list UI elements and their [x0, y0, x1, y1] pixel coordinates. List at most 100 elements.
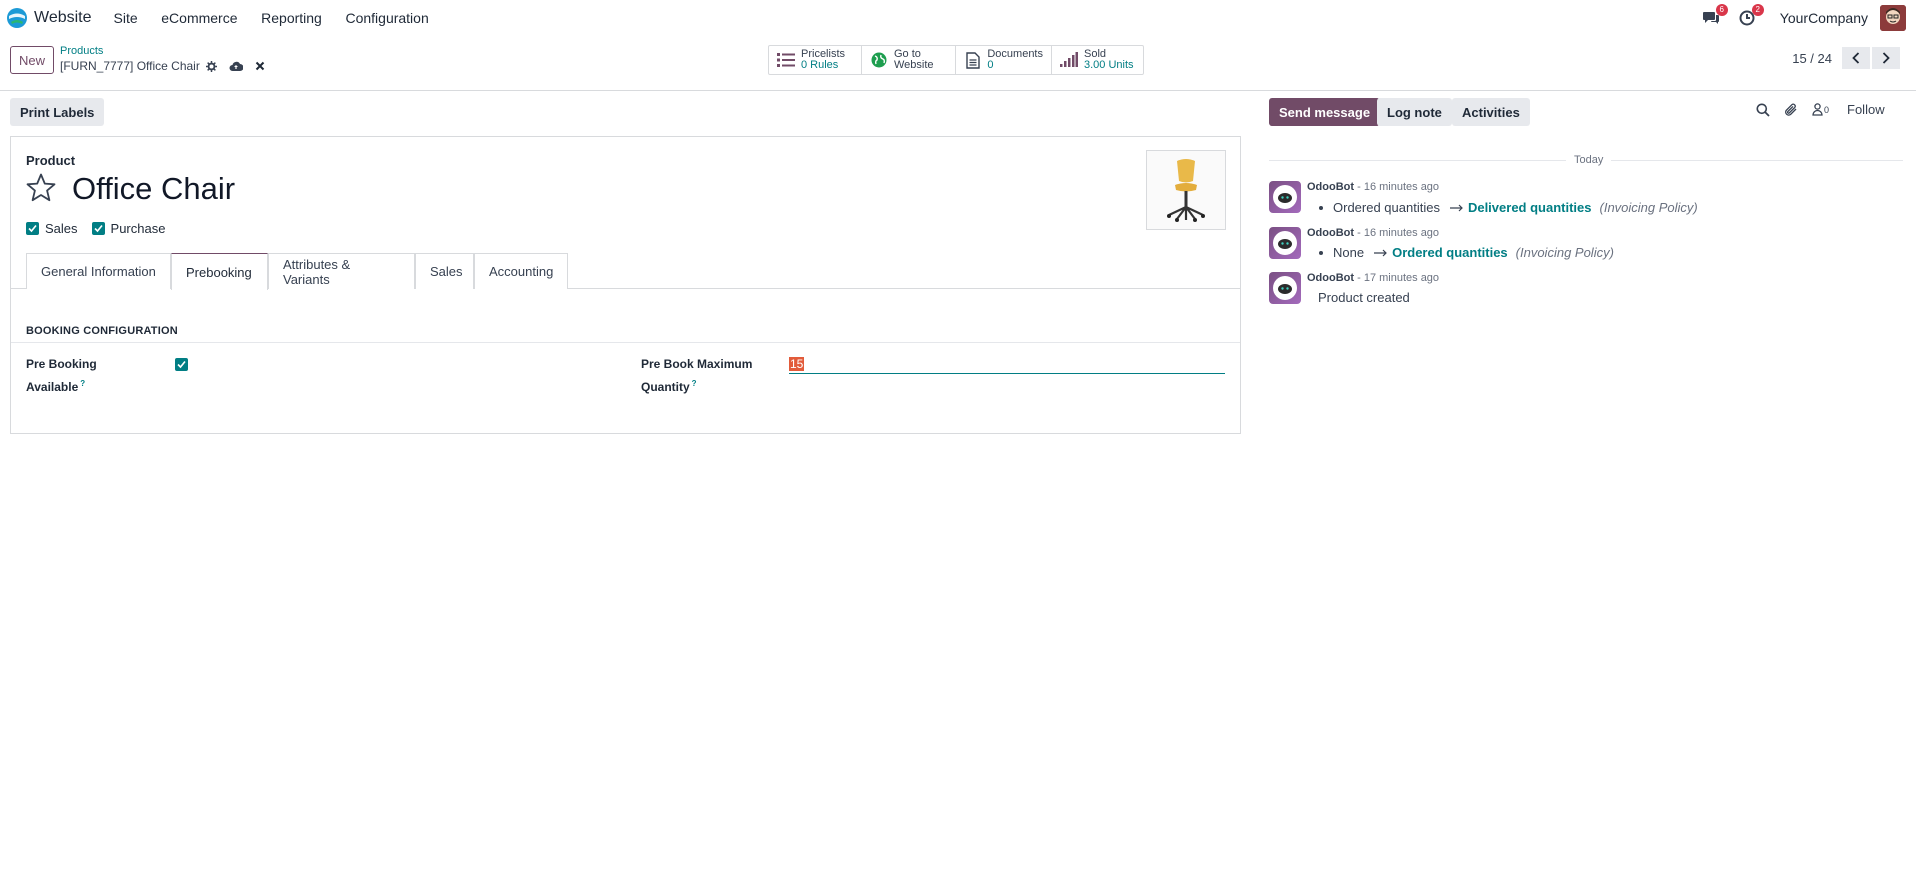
- odoobot-avatar[interactable]: [1269, 227, 1301, 259]
- company-switcher[interactable]: YourCompany: [1780, 10, 1868, 26]
- list-icon: [777, 51, 795, 69]
- go-to-website-smart-button[interactable]: Go to Website: [862, 46, 956, 74]
- message-time: - 17 minutes ago: [1357, 272, 1440, 284]
- stat-label: Documents: [987, 48, 1043, 60]
- chatter-topbar-tools: 0 Follow: [1756, 102, 1885, 117]
- activity-badge: 2: [1751, 3, 1764, 16]
- menu-configuration[interactable]: Configuration: [345, 10, 428, 26]
- stat-value: 3.00 Units: [1084, 59, 1134, 71]
- check-icon: [93, 224, 103, 233]
- old-value: None: [1333, 245, 1365, 260]
- pre-book-max-qty-input[interactable]: 15: [789, 356, 1225, 374]
- office-chair-image: [1167, 159, 1205, 222]
- menu-site[interactable]: Site: [114, 10, 138, 26]
- messaging-button[interactable]: 6: [1700, 3, 1728, 29]
- message-author[interactable]: OdooBot: [1307, 272, 1354, 284]
- print-labels-button[interactable]: Print Labels: [10, 98, 105, 126]
- follow-button[interactable]: Follow: [1847, 102, 1885, 117]
- odoobot-avatar[interactable]: [1269, 181, 1301, 213]
- user-icon: [1812, 103, 1823, 116]
- send-message-button[interactable]: Send message: [1269, 98, 1381, 126]
- pager-next-button[interactable]: [1872, 47, 1900, 69]
- tab-prebooking[interactable]: Prebooking: [171, 253, 268, 290]
- check-icon: [28, 224, 37, 233]
- app-logo[interactable]: Website: [6, 7, 114, 29]
- field-description: (Invoicing Policy): [1515, 245, 1614, 260]
- followers-button[interactable]: 0: [1812, 103, 1829, 116]
- product-label: Product: [26, 153, 76, 168]
- robot-face-icon: [1273, 231, 1297, 255]
- message-header: OdooBot - 16 minutes ago: [1307, 181, 1439, 193]
- tab-attributes-variants[interactable]: Attributes & Variants: [268, 253, 415, 289]
- breadcrumb: Products [FURN_7777] Office Chair: [60, 45, 265, 73]
- bullet: [1319, 205, 1323, 210]
- product-name-field[interactable]: Office Chair: [72, 171, 235, 207]
- user-avatar[interactable]: [1880, 4, 1906, 31]
- help-tooltip-icon[interactable]: ?: [692, 379, 697, 388]
- old-value: Ordered quantities: [1333, 200, 1440, 215]
- document-icon: [964, 51, 981, 69]
- signal-icon: [1060, 51, 1078, 69]
- notebook-tabs: General Information Prebooking Attribute…: [11, 253, 1240, 290]
- message-time: - 16 minutes ago: [1357, 181, 1440, 193]
- pager-value[interactable]: 15 / 24: [1792, 51, 1832, 66]
- bullet: [1319, 250, 1323, 255]
- message-author[interactable]: OdooBot: [1307, 181, 1354, 193]
- favorite-star-icon[interactable]: [26, 173, 56, 205]
- search-icon[interactable]: [1756, 103, 1770, 117]
- tab-accounting[interactable]: Accounting: [474, 253, 568, 289]
- cloud-upload-icon[interactable]: [229, 61, 243, 72]
- odoobot-avatar[interactable]: [1269, 272, 1301, 304]
- new-button[interactable]: New: [10, 46, 54, 74]
- menu-reporting[interactable]: Reporting: [261, 10, 322, 26]
- pre-booking-available-checkbox[interactable]: [175, 358, 188, 371]
- activities-button[interactable]: 2: [1736, 3, 1764, 29]
- smart-buttons: Pricelists 0 Rules Go to Website Documents…: [768, 45, 1144, 75]
- discard-x-icon[interactable]: [255, 61, 265, 71]
- message-header: OdooBot - 17 minutes ago: [1307, 272, 1439, 284]
- new-value: Delivered quantities: [1467, 200, 1592, 215]
- tab-sales[interactable]: Sales: [415, 253, 474, 289]
- pre-booking-available-label: Pre Booking Available?: [26, 355, 97, 397]
- label-line: Pre Booking: [26, 357, 97, 371]
- followers-count: 0: [1824, 104, 1830, 115]
- menu-ecommerce[interactable]: eCommerce: [161, 10, 237, 26]
- tab-general-information[interactable]: General Information: [26, 253, 171, 289]
- gear-icon[interactable]: [205, 60, 217, 72]
- sales-checkbox[interactable]: [26, 222, 39, 235]
- stat-value: Website: [894, 59, 934, 71]
- section-title: BOOKING CONFIGURATION: [26, 325, 178, 337]
- sold-smart-button[interactable]: Sold 3.00 Units: [1052, 46, 1143, 74]
- robot-face-icon: [1273, 276, 1297, 300]
- label-line: Available: [26, 380, 79, 394]
- arrow-right-icon: [1449, 200, 1464, 215]
- breadcrumb-products-link[interactable]: Products: [60, 45, 265, 57]
- message-header: OdooBot - 16 minutes ago: [1307, 227, 1439, 239]
- log-note-button[interactable]: Log note: [1377, 98, 1452, 126]
- control-panel: New Products [FURN_7777] Office Chair Pr…: [0, 35, 1916, 91]
- chat-badge: 6: [1715, 3, 1728, 16]
- message-author[interactable]: OdooBot: [1307, 227, 1354, 239]
- pager-previous-button[interactable]: [1842, 47, 1870, 69]
- app-name[interactable]: Website: [34, 9, 92, 27]
- sale-purchase-options: Sales Purchase: [26, 221, 179, 236]
- stat-value: 0: [987, 59, 994, 71]
- record-title: [FURN_7777] Office Chair: [60, 59, 200, 73]
- sales-checkbox-label[interactable]: Sales: [45, 221, 78, 236]
- main-menu: Site eCommerce Reporting Configuration: [114, 10, 449, 26]
- paperclip-icon[interactable]: [1784, 103, 1798, 117]
- systray: 6 2 YourCompany: [1686, 0, 1906, 35]
- website-app-icon: [7, 7, 27, 28]
- label-line: Pre Book Maximum: [641, 357, 753, 371]
- pricelists-smart-button[interactable]: Pricelists 0 Rules: [769, 46, 862, 74]
- documents-smart-button[interactable]: Documents 0: [956, 46, 1052, 74]
- product-image[interactable]: [1146, 150, 1226, 230]
- purchase-checkbox[interactable]: [91, 222, 105, 235]
- label-line: Quantity: [641, 380, 690, 394]
- pager: 15 / 24: [1792, 47, 1900, 69]
- message-time: - 16 minutes ago: [1357, 227, 1440, 239]
- purchase-checkbox-label[interactable]: Purchase: [111, 221, 166, 236]
- help-tooltip-icon[interactable]: ?: [80, 379, 85, 388]
- stat-value: 0 Rules: [801, 59, 839, 71]
- activities-button[interactable]: Activities: [1452, 98, 1530, 126]
